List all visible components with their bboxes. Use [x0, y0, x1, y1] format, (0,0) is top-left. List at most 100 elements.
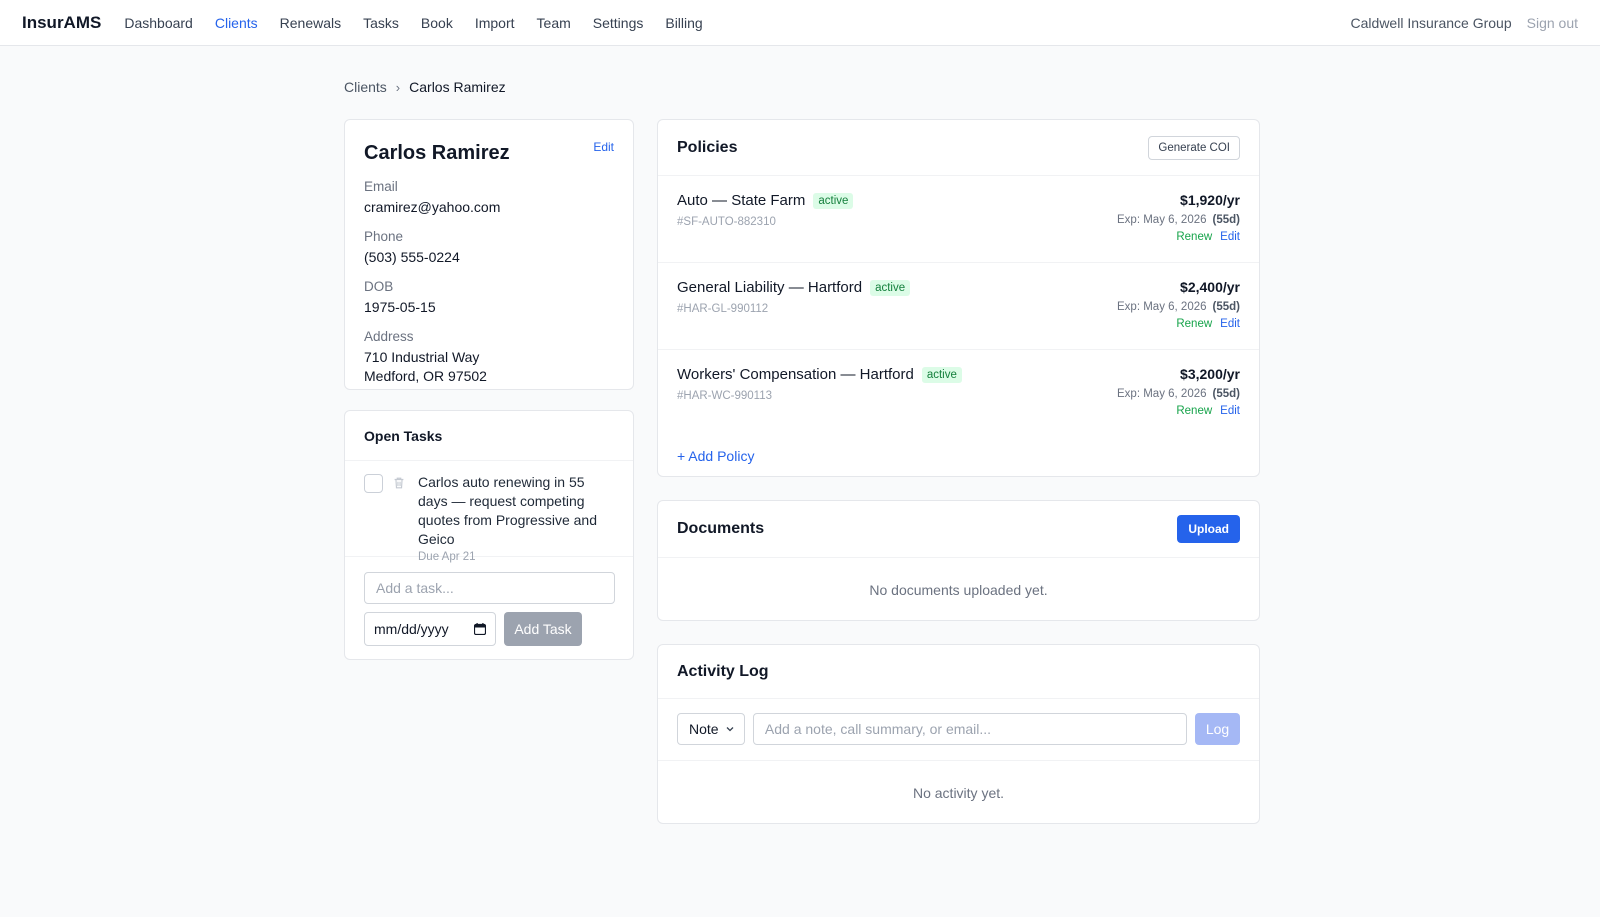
task-due-date-input[interactable]: mm/dd/yyyy: [364, 612, 496, 646]
policy-title-line: General Liability — Hartford active: [677, 279, 911, 296]
policy-premium: $3,200/yr: [1180, 366, 1240, 382]
brand-logo[interactable]: InsurAMS: [22, 13, 101, 33]
add-task-form: mm/dd/yyyy Add Task: [345, 557, 633, 661]
edit-policy-link[interactable]: Edit: [1220, 405, 1240, 417]
policy-name[interactable]: Auto — State Farm: [677, 192, 805, 209]
status-badge: active: [813, 192, 854, 209]
renew-policy-link[interactable]: Renew: [1176, 318, 1212, 330]
open-tasks-card: Open Tasks Carlos auto renewing in 55 da…: [344, 410, 634, 660]
days-remaining: (55d): [1212, 301, 1240, 313]
nav-links: Dashboard Clients Renewals Tasks Book Im…: [124, 15, 724, 31]
add-task-input[interactable]: [364, 572, 615, 604]
policy-name[interactable]: General Liability — Hartford: [677, 279, 862, 296]
documents-card: Documents Upload No documents uploaded y…: [657, 500, 1260, 621]
chevron-down-icon: [726, 727, 734, 732]
nav-item-tasks[interactable]: Tasks: [363, 15, 399, 31]
sign-out-link[interactable]: Sign out: [1527, 15, 1578, 31]
policy-row: Auto — State Farm active #SF-AUTO-882310…: [658, 176, 1259, 263]
client-name: Carlos Ramirez: [364, 142, 510, 164]
nav-item-settings[interactable]: Settings: [593, 15, 644, 31]
renew-policy-link[interactable]: Renew: [1176, 231, 1212, 243]
policy-expiration: Exp: May 6, 2026 (55d): [1117, 214, 1240, 226]
documents-header: Documents Upload: [658, 501, 1259, 558]
trash-icon[interactable]: [392, 476, 406, 490]
breadcrumb: Clients › Carlos Ramirez: [344, 78, 1260, 96]
nav-right: Caldwell Insurance Group Sign out: [1351, 15, 1578, 31]
task-complete-checkbox[interactable]: [364, 474, 383, 493]
client-details-card: Carlos Ramirez Edit Email cramirez@yahoo…: [344, 119, 634, 390]
status-badge: active: [870, 279, 911, 296]
policy-number: #HAR-WC-990113: [677, 390, 773, 402]
log-button[interactable]: Log: [1195, 713, 1240, 745]
activity-type-select[interactable]: Note: [677, 713, 745, 745]
documents-title: Documents: [677, 520, 765, 537]
policy-actions: Renew Edit: [1117, 318, 1240, 330]
activity-type-value: Note: [689, 721, 719, 737]
policy-title-line: Auto — State Farm active: [677, 192, 854, 209]
phone-label: Phone: [364, 229, 404, 244]
add-task-form-row: mm/dd/yyyy Add Task: [364, 612, 614, 646]
days-remaining: (55d): [1212, 214, 1240, 226]
task-text: Carlos auto renewing in 55 days — reques…: [418, 474, 597, 547]
phone-value: (503) 555-0224: [364, 249, 460, 265]
policy-premium: $2,400/yr: [1180, 279, 1240, 295]
status-badge: active: [921, 366, 962, 383]
breadcrumb-clients-link[interactable]: Clients: [344, 79, 387, 95]
activity-note-input[interactable]: [752, 713, 1188, 745]
policy-row: General Liability — Hartford active #HAR…: [658, 263, 1259, 350]
policy-row: Workers' Compensation — Hartford active …: [658, 350, 1259, 437]
nav-item-team[interactable]: Team: [537, 15, 571, 31]
generate-coi-button[interactable]: Generate COI: [1148, 135, 1240, 160]
nav-item-clients[interactable]: Clients: [215, 15, 258, 31]
policy-number: #SF-AUTO-882310: [677, 216, 776, 228]
nav-item-book[interactable]: Book: [421, 15, 453, 31]
policies-title: Policies: [677, 138, 738, 156]
address-line2: Medford, OR 97502: [364, 368, 487, 384]
policies-card: Policies Generate COI Auto — State Farm …: [657, 119, 1260, 477]
policy-actions: Renew Edit: [1117, 405, 1240, 417]
policy-expiration: Exp: May 6, 2026 (55d): [1117, 388, 1240, 400]
activity-title: Activity Log: [677, 662, 769, 680]
policy-title-line: Workers' Compensation — Hartford active: [677, 366, 962, 383]
address-label: Address: [364, 329, 414, 344]
open-tasks-title: Open Tasks: [345, 411, 633, 461]
nav-item-import[interactable]: Import: [475, 15, 515, 31]
renew-policy-link[interactable]: Renew: [1176, 405, 1212, 417]
policy-name[interactable]: Workers' Compensation — Hartford: [677, 366, 914, 383]
main-content: Clients › Carlos Ramirez Carlos Ramirez …: [344, 78, 1260, 824]
task-due-date: Due Apr 21: [418, 551, 476, 563]
address-line1: 710 Industrial Way: [364, 349, 480, 365]
policy-expiration: Exp: May 6, 2026 (55d): [1117, 301, 1240, 313]
activity-form: Note Log: [658, 699, 1259, 761]
activity-header: Activity Log: [658, 645, 1259, 699]
edit-policy-link[interactable]: Edit: [1220, 318, 1240, 330]
nav-item-billing[interactable]: Billing: [665, 15, 702, 31]
top-nav: InsurAMS Dashboard Clients Renewals Task…: [0, 0, 1600, 46]
dob-value: 1975-05-15: [364, 299, 436, 315]
nav-item-renewals[interactable]: Renewals: [280, 15, 341, 31]
org-name: Caldwell Insurance Group: [1350, 14, 1512, 31]
expiration-date: Exp: May 6, 2026: [1117, 388, 1207, 400]
activity-empty-state: No activity yet.: [912, 785, 1005, 801]
breadcrumb-current: Carlos Ramirez: [409, 79, 506, 95]
policies-header: Policies Generate COI: [658, 120, 1259, 176]
policy-summary: $2,400/yr Exp: May 6, 2026 (55d) Renew Edi…: [1117, 279, 1240, 330]
breadcrumb-separator: ›: [395, 79, 401, 95]
nav-item-dashboard[interactable]: Dashboard: [124, 15, 193, 31]
edit-policy-link[interactable]: Edit: [1220, 231, 1240, 243]
add-task-button[interactable]: Add Task: [504, 612, 582, 646]
activity-log-card: Activity Log Note Log No activity yet.: [657, 644, 1260, 824]
upload-button[interactable]: Upload: [1177, 515, 1240, 543]
expiration-date: Exp: May 6, 2026: [1117, 301, 1207, 313]
policy-summary: $1,920/yr Exp: May 6, 2026 (55d) Renew Edi…: [1117, 192, 1240, 243]
add-policy-link[interactable]: + Add Policy: [677, 448, 754, 464]
policy-actions: Renew Edit: [1117, 231, 1240, 243]
task-item: Carlos auto renewing in 55 days — reques…: [345, 461, 633, 563]
date-placeholder: mm/dd/yyyy: [374, 621, 449, 637]
expiration-date: Exp: May 6, 2026: [1117, 214, 1207, 226]
policy-premium: $1,920/yr: [1180, 192, 1240, 208]
policy-summary: $3,200/yr Exp: May 6, 2026 (55d) Renew Edi…: [1117, 366, 1240, 417]
policy-number: #HAR-GL-990112: [677, 303, 769, 315]
email-value: cramirez@yahoo.com: [364, 199, 501, 215]
edit-client-link[interactable]: Edit: [593, 140, 614, 154]
